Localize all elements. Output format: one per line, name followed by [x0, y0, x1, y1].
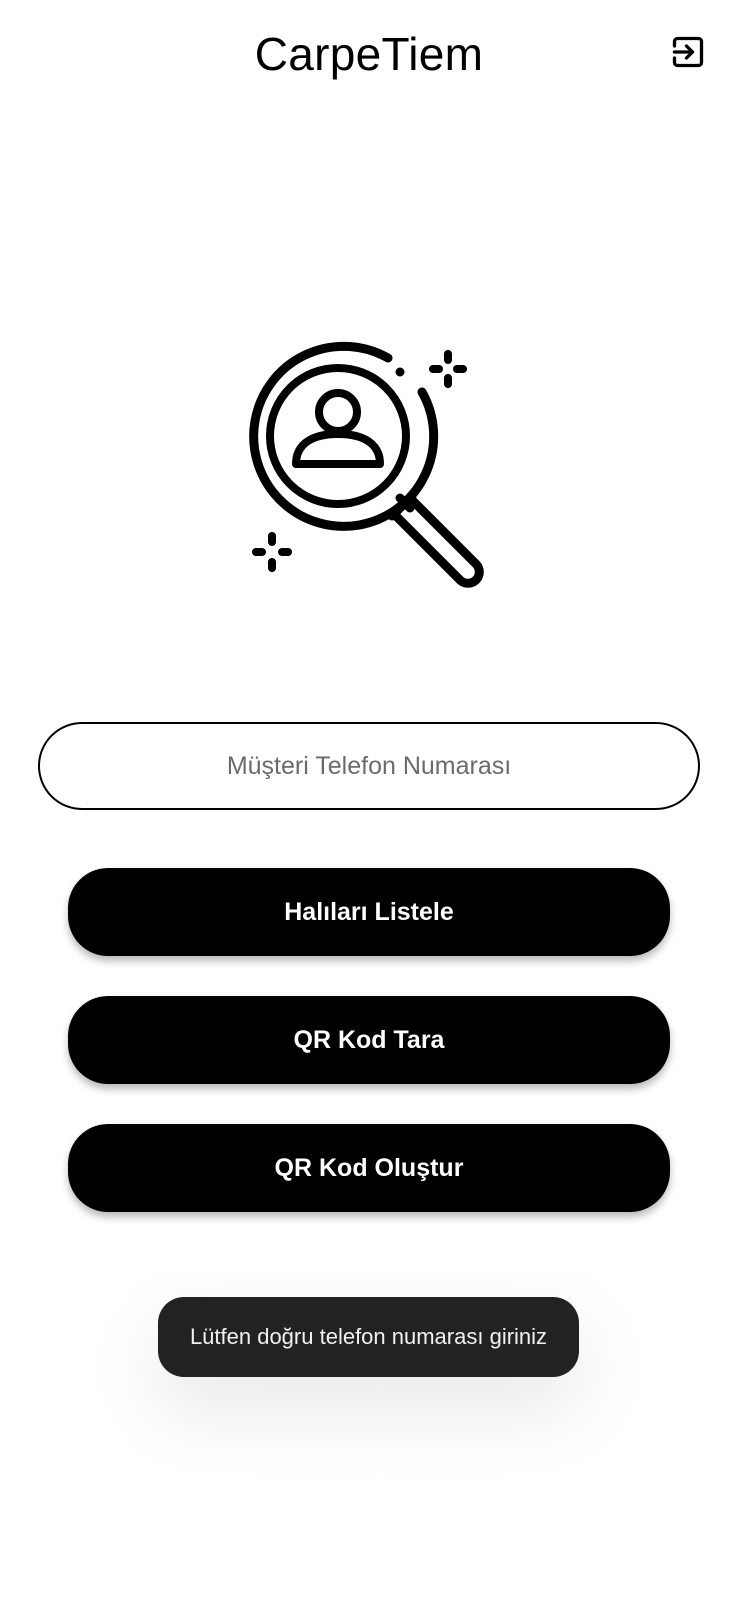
list-carpets-label: Halıları Listele [284, 897, 454, 926]
search-customer-illustration [240, 340, 500, 600]
create-qr-label: QR Kod Oluştur [274, 1153, 464, 1182]
search-customer-icon [249, 341, 484, 588]
toast-message: Lütfen doğru telefon numarası giriniz [158, 1297, 579, 1377]
create-qr-button[interactable]: QR Kod Oluştur [68, 1124, 670, 1212]
logout-button[interactable] [668, 32, 708, 72]
scan-qr-button[interactable]: QR Kod Tara [68, 996, 670, 1084]
phone-number-input[interactable] [38, 722, 700, 810]
toast-text: Lütfen doğru telefon numarası giriniz [189, 1324, 548, 1349]
app-title: CarpeTiem [254, 28, 484, 80]
scan-qr-label: QR Kod Tara [293, 1025, 445, 1054]
logout-icon [672, 36, 704, 68]
app-bar: CarpeTiem [0, 0, 738, 110]
list-carpets-button[interactable]: Halıları Listele [68, 868, 670, 956]
